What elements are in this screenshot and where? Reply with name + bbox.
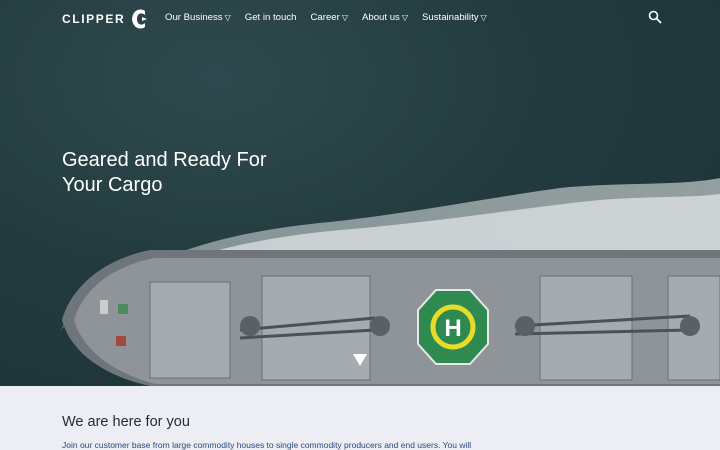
clipper-logo-icon	[132, 9, 148, 29]
chevron-down-icon: ▽	[341, 12, 348, 22]
nav-item-label: Our Business	[165, 12, 223, 23]
top-navigation: CLIPPER Our Business ▽ Get in touch Care…	[0, 0, 720, 36]
intro-paragraph: Join our customer base from large commod…	[62, 440, 472, 450]
nav-item-label: Career	[310, 12, 340, 23]
chevron-down-icon: ▽	[480, 12, 487, 22]
nav-item-about-us[interactable]: About us ▽	[362, 12, 408, 23]
hero-title: Geared and Ready For Your Cargo	[62, 148, 322, 198]
helipad-letter: H	[444, 315, 461, 342]
hero-title-line-1: Geared and Ready For	[62, 149, 267, 171]
nav-item-label: About us	[361, 12, 400, 23]
nav-item-label: Sustainability	[422, 12, 479, 23]
search-icon[interactable]	[648, 10, 662, 24]
nav-item-career[interactable]: Career ▽	[310, 12, 347, 23]
nav-item-sustainability[interactable]: Sustainability ▽	[422, 12, 487, 23]
chevron-down-icon: ▽	[224, 12, 231, 22]
hero-title-line-2: Your Cargo	[62, 174, 163, 196]
nav-item-our-business[interactable]: Our Business ▽	[165, 12, 231, 23]
brand-logo[interactable]: CLIPPER	[62, 8, 148, 30]
nav-item-get-in-touch[interactable]: Get in touch	[245, 12, 297, 23]
nav-item-label: Get in touch	[244, 12, 297, 23]
chevron-down-icon[interactable]	[352, 353, 368, 367]
main-menu: Our Business ▽ Get in touch Career ▽ Abo…	[165, 12, 487, 23]
brand-name: CLIPPER	[62, 12, 126, 26]
chevron-down-icon: ▽	[401, 12, 408, 22]
hero-banner: H CLIPPER Our Business ▽ Get in touch Ca…	[0, 0, 720, 386]
intro-heading: We are here for you	[62, 414, 190, 430]
intro-section: We are here for you Join our customer ba…	[0, 386, 720, 450]
